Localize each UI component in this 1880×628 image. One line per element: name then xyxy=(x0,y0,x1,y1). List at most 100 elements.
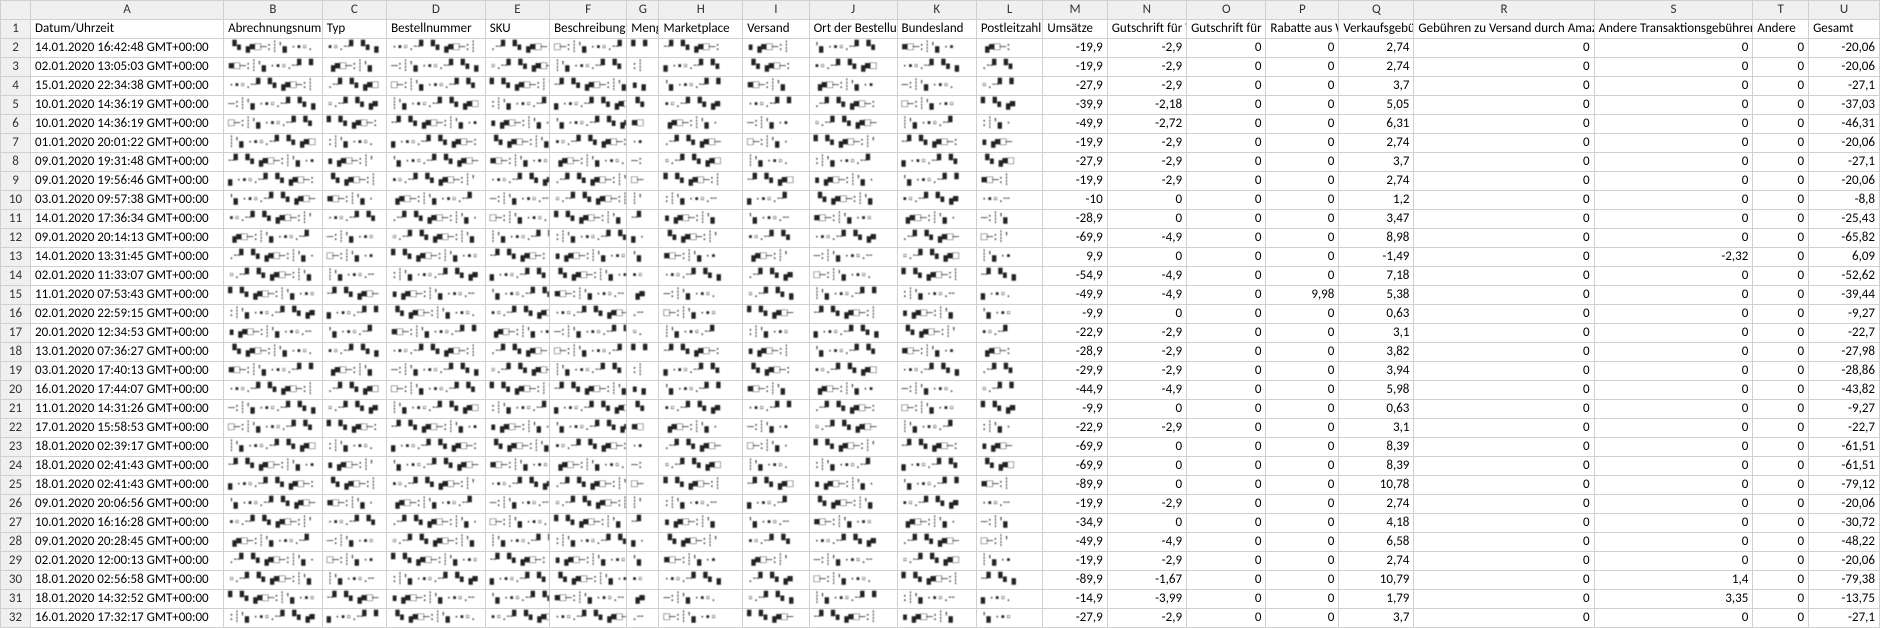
cell[interactable]: 0 xyxy=(1266,590,1339,609)
cell[interactable]: 3,7 xyxy=(1339,77,1414,96)
cell[interactable]: -1,67 xyxy=(1107,571,1186,590)
cell[interactable]: 0 xyxy=(1187,533,1266,552)
cell[interactable]: ▖·▪▫.╌▘▝∎▗■□─: xyxy=(224,172,323,191)
cell[interactable]: ▫.╌▘▝∎▗■ xyxy=(322,400,386,419)
cell[interactable]: ─:┊'▖·▪ xyxy=(743,115,809,134)
cell[interactable]: 0 xyxy=(1187,172,1266,191)
cell[interactable]: -2,9 xyxy=(1107,134,1186,153)
cell[interactable]: ▖·▪▫.╌▘ xyxy=(743,191,809,210)
cell[interactable]: 0 xyxy=(1266,343,1339,362)
row-header[interactable]: 4 xyxy=(1,77,31,96)
cell[interactable]: .╌▘▝∎▗■□ xyxy=(322,381,386,400)
row-header[interactable]: 10 xyxy=(1,191,31,210)
cell[interactable]: ▪▫.╌▘▝∎▗■□ xyxy=(809,362,897,381)
cell[interactable]: 1,2 xyxy=(1339,191,1414,210)
cell[interactable]: ∎▗■□─:┊'▖· xyxy=(809,476,897,495)
cell[interactable]: 0 xyxy=(1187,191,1266,210)
cell[interactable]: ┊'▖·▪▫. xyxy=(743,457,809,476)
cell[interactable]: ∎▗■□─:┊'▖ xyxy=(659,210,743,229)
cell[interactable]: 09.01.2020 20:28:45 GMT+00:00 xyxy=(31,533,224,552)
cell[interactable]: ·▪▫.╌▘▝∎▗■ xyxy=(809,533,897,552)
cell[interactable]: -20,06 xyxy=(1809,134,1880,153)
cell[interactable]: -28,9 xyxy=(1043,210,1107,229)
cell[interactable]: ▖·▪▫. xyxy=(976,286,1042,305)
cell[interactable]: 0 xyxy=(1594,533,1753,552)
cell[interactable]: 0 xyxy=(1266,229,1339,248)
cell[interactable]: -20,06 xyxy=(1809,495,1880,514)
cell[interactable]: 0 xyxy=(1753,305,1809,324)
cell[interactable]: ∎▗■□─:┊' xyxy=(322,457,386,476)
cell[interactable]: 0 xyxy=(1266,58,1339,77)
cell[interactable]: 02.01.2020 12:00:13 GMT+00:00 xyxy=(31,552,224,571)
cell[interactable]: 0 xyxy=(1753,552,1809,571)
cell[interactable]: '▖·▪▫.╌▘▝∎▗■ xyxy=(550,115,627,134)
cell[interactable]: 8,39 xyxy=(1339,438,1414,457)
cell[interactable]: ∎▗■□─:┊' xyxy=(322,153,386,172)
cell[interactable]: ╌▘ xyxy=(627,210,659,229)
header-cell[interactable]: Gesamt xyxy=(1809,20,1880,39)
cell[interactable]: ·▪▫.╌▘▝∎▗ xyxy=(897,362,976,381)
cell[interactable]: -2,9 xyxy=(1107,609,1186,628)
cell[interactable]: 3,7 xyxy=(1339,153,1414,172)
cell[interactable]: 0 xyxy=(1753,172,1809,191)
cell[interactable]: -69,9 xyxy=(1043,229,1107,248)
cell[interactable]: -4,9 xyxy=(1107,381,1186,400)
column-header-U[interactable]: U xyxy=(1809,1,1880,20)
cell[interactable]: ▝∎▗■□─:┊' xyxy=(659,229,743,248)
cell[interactable]: -2,9 xyxy=(1107,343,1186,362)
cell[interactable]: :┊'▖· xyxy=(976,115,1042,134)
cell[interactable]: 0 xyxy=(1107,438,1186,457)
cell[interactable]: ∎▗■□─ xyxy=(976,438,1042,457)
cell[interactable]: 03.01.2020 17:40:13 GMT+00:00 xyxy=(31,362,224,381)
cell[interactable]: -49,9 xyxy=(1043,533,1107,552)
cell[interactable]: -52,62 xyxy=(1809,267,1880,286)
cell[interactable]: 16.01.2020 17:32:17 GMT+00:00 xyxy=(31,609,224,628)
cell[interactable]: 02.01.2020 11:33:07 GMT+00:00 xyxy=(31,267,224,286)
column-header-J[interactable]: J xyxy=(809,1,897,20)
row-header[interactable]: 14 xyxy=(1,267,31,286)
cell[interactable]: ∎▗■□─:┊'▖·▪▫ xyxy=(550,248,627,267)
cell[interactable]: 0 xyxy=(1266,514,1339,533)
cell[interactable]: ·▪▫.╌▘▝∎▗■□─ xyxy=(550,609,627,628)
cell[interactable]: 0 xyxy=(1594,172,1753,191)
cell[interactable]: ▪▫.╌▘▝∎▗■ xyxy=(897,191,976,210)
cell[interactable]: ▗■□─:┊'▖·▪ xyxy=(809,381,897,400)
cell[interactable]: ·▪▫.╌▘▝∎▗ xyxy=(897,58,976,77)
cell[interactable]: ▝∎▗■□─:┊'▖ xyxy=(485,438,549,457)
header-cell[interactable]: Gutschrift für Geschenkverpackung xyxy=(1187,20,1266,39)
column-header-M[interactable]: M xyxy=(1043,1,1107,20)
cell[interactable]: 0 xyxy=(1594,286,1753,305)
header-cell[interactable]: Abrechnungsnummer xyxy=(224,20,323,39)
cell[interactable]: ╌▘▝∎▗■□─:┊ xyxy=(809,305,897,324)
cell[interactable]: 0 xyxy=(1594,343,1753,362)
row-header[interactable]: 30 xyxy=(1,571,31,590)
cell[interactable]: ▗■□─: xyxy=(976,39,1042,58)
cell[interactable]: ·▪▫.╌▘▝∎ xyxy=(322,210,386,229)
cell[interactable]: ┊'▖·▪ xyxy=(976,552,1042,571)
cell[interactable]: 6,31 xyxy=(1339,115,1414,134)
cell[interactable]: 0 xyxy=(1107,400,1186,419)
cell[interactable]: 0 xyxy=(1594,609,1753,628)
cell[interactable]: '▖·▪▫.╌▘▝∎ xyxy=(485,286,549,305)
cell[interactable]: 0 xyxy=(1187,514,1266,533)
cell[interactable]: -22,9 xyxy=(1043,324,1107,343)
cell[interactable]: ▪▫.╌▘▝∎▗■□─: xyxy=(550,134,627,153)
cell[interactable]: □─:┊'▖·▪▫ xyxy=(659,305,743,324)
cell[interactable]: -61,51 xyxy=(1809,438,1880,457)
cell[interactable]: ∎▗■□─:┊'▖· xyxy=(485,419,549,438)
cell[interactable]: ▝∎▗■□─:┊ xyxy=(322,172,386,191)
cell[interactable]: ∎▗■□─:┊'▖· xyxy=(809,172,897,191)
cell[interactable]: ■□─:┊ xyxy=(976,476,1042,495)
cell[interactable]: -54,9 xyxy=(1043,267,1107,286)
cell[interactable]: ▫.╌▘▝ xyxy=(976,381,1042,400)
cell[interactable]: 0 xyxy=(1753,134,1809,153)
cell[interactable]: ╌▘▝∎▗■□─: xyxy=(897,134,976,153)
cell[interactable]: 0 xyxy=(1594,438,1753,457)
cell[interactable]: ┊'▖·▪ xyxy=(976,248,1042,267)
cell[interactable]: .╌▘▝∎▗■□─:┊' xyxy=(550,172,627,191)
cell[interactable]: -27,9 xyxy=(1043,609,1107,628)
cell[interactable]: :┊'▖·▪▫.╌▘ xyxy=(485,96,549,115)
cell[interactable]: □─:┊'▖·▪ xyxy=(322,248,386,267)
cell[interactable]: 0 xyxy=(1414,77,1594,96)
header-cell[interactable]: Verkaufsgebühren xyxy=(1339,20,1414,39)
